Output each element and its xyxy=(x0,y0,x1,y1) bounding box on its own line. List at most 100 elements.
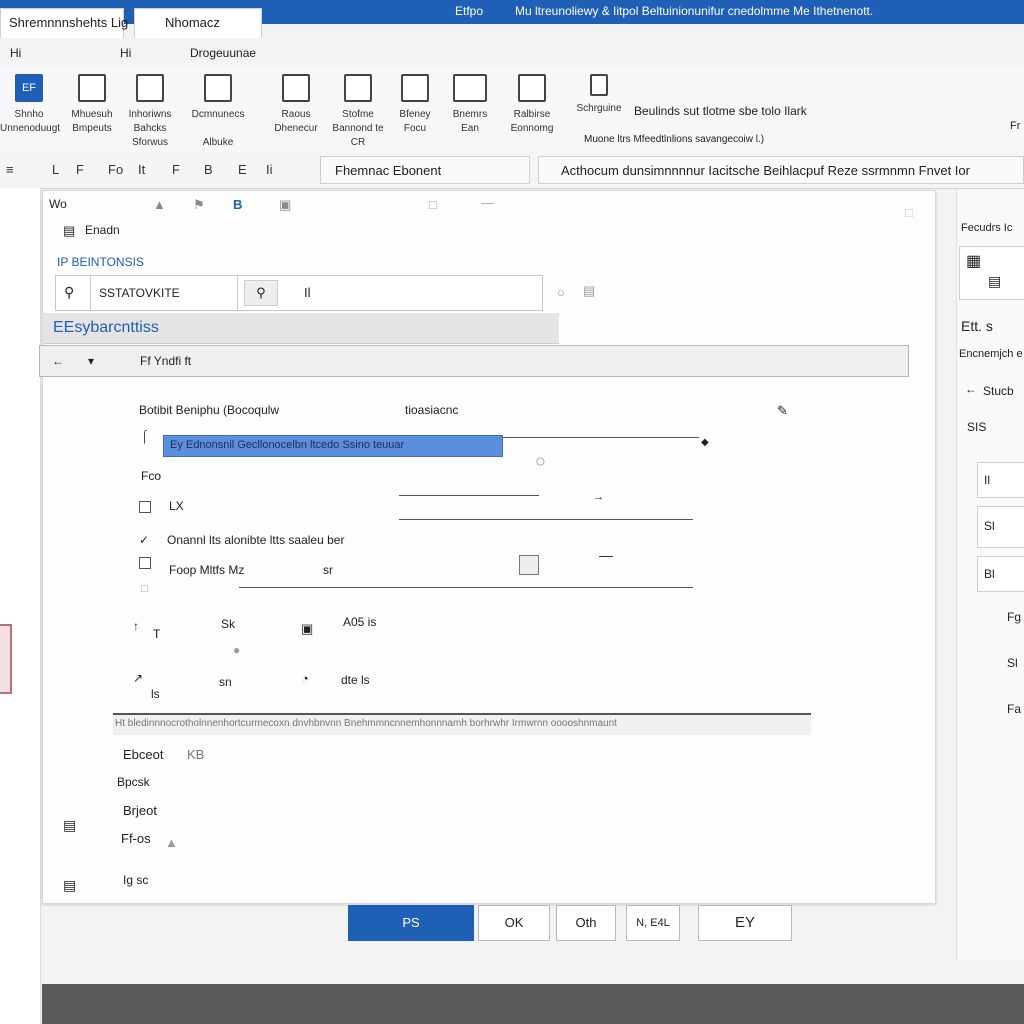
ribbon-tab-strip: Hi Hi Drogeuunae xyxy=(0,38,1024,68)
ok-button[interactable]: OK xyxy=(478,905,550,941)
sub-toolbar-icon[interactable]: ← xyxy=(52,354,64,368)
checkbox-1[interactable] xyxy=(139,501,151,513)
list-item-3[interactable]: Brjeot xyxy=(123,803,157,818)
bold-icon[interactable]: B xyxy=(233,197,242,212)
grid-cell-2: Sk xyxy=(221,617,236,631)
toolbar-item-5[interactable]: F xyxy=(172,162,180,177)
list-item-4[interactable]: Ff-os xyxy=(121,831,151,846)
highlight-icon: ⌠ xyxy=(141,429,149,443)
sub-toolbar-label: Ff Yndfi ft xyxy=(140,354,192,368)
ribbon-button-8[interactable]: Bnemrs Ean xyxy=(442,74,498,136)
ribbon-button-1[interactable]: EF Shnho Unnenoduugt xyxy=(0,74,60,136)
section-link[interactable]: IP BEINTONSIS xyxy=(57,255,144,269)
cancel-button[interactable]: EY xyxy=(698,905,792,941)
selected-field[interactable]: Ey Ednonsnil Gecllonocelbn ltcedo Ssino … xyxy=(163,435,503,457)
pen-icon[interactable]: — xyxy=(599,547,613,563)
ribbon-tab-2[interactable]: Hi xyxy=(120,46,131,60)
toolbar-item-3[interactable]: Fo xyxy=(108,162,123,177)
list-item-2[interactable]: Bpcsk xyxy=(117,775,150,789)
grid-image-icon[interactable]: ▣ xyxy=(301,621,313,637)
formula-bar[interactable]: Acthocum dunsimnnnnur Iacitsche Beihlacp… xyxy=(538,156,1024,184)
ribbon-label-5: Raous Dhenecur xyxy=(274,109,318,134)
right-panel-row-2[interactable]: Sl xyxy=(977,506,1024,548)
checkbox-3[interactable] xyxy=(139,557,151,569)
ribbon: EF Shnho Unnenoduugt Mhuesuh Bmpeuts Inh… xyxy=(0,66,1024,153)
toolbar-item-1[interactable]: L xyxy=(52,162,59,177)
sub-toolbar: ← ▾ Ff Yndfi ft xyxy=(39,345,909,377)
grid-clock-icon[interactable]: ◔ xyxy=(301,671,309,686)
section-link-prefix: IP xyxy=(57,255,72,269)
style-dropdown[interactable]: Fhemnac Ebonent xyxy=(320,156,530,184)
dialog-scroll-icon[interactable]: □ xyxy=(905,205,913,220)
slider-label-icon: → xyxy=(593,491,604,503)
ribbon-label-6: Stofme Bannond te CR xyxy=(332,109,384,148)
right-panel-preview[interactable]: ▦ ▤ xyxy=(959,246,1024,300)
circle-handle-icon[interactable]: ○ xyxy=(535,451,546,472)
grid-icon xyxy=(344,74,372,102)
section-title: Enadn xyxy=(85,223,120,237)
bookmark-icon[interactable]: □ xyxy=(429,197,437,212)
grid-cell-3: A05 is xyxy=(343,615,377,629)
save-icon[interactable]: ▣ xyxy=(279,197,291,213)
slider-track-1[interactable] xyxy=(399,495,539,496)
checkbox-2-label: Onannl lts alonibte ltts saaleu ber xyxy=(167,533,345,547)
ribbon-button-10[interactable]: Schrguine xyxy=(568,74,630,116)
ribbon-label-4: Dcmnunecs Albuke xyxy=(191,109,245,148)
checkbox-2-mark[interactable]: ✓ xyxy=(139,533,149,547)
toolbar-item-2[interactable]: F xyxy=(76,162,84,177)
arrow-icon[interactable]: — xyxy=(481,195,494,210)
search-input[interactable]: SSTATOVKITE xyxy=(90,276,238,310)
pin-icon[interactable]: ▲ xyxy=(153,197,166,212)
heading-bar: EEsybarcnttiss xyxy=(43,313,559,344)
ribbon-group-line2: Muone ltrs Mfeedtlnlions savangecoiw l.) xyxy=(584,134,765,145)
layout-icon: ▤ xyxy=(988,273,1002,289)
ribbon-button-3[interactable]: Inhoriwns Bahcks Sforwus xyxy=(120,74,180,150)
toolbar-item-6[interactable]: B xyxy=(204,162,213,177)
info-icon[interactable]: ○ xyxy=(557,285,565,300)
ribbon-button-5[interactable]: Raous Dhenecur xyxy=(268,74,324,136)
selected-field-text: Ey Ednonsnil Gecllonocelbn ltcedo Ssino … xyxy=(170,439,405,451)
list-icon-2: ▤ xyxy=(63,877,77,893)
field-end-icon[interactable]: ◆ xyxy=(701,437,709,448)
small-checkbox-icon: □ xyxy=(141,583,148,595)
grid-cell-1: T xyxy=(153,627,161,641)
ribbon-button-9[interactable]: Ralbirse Eonnomg xyxy=(502,74,562,136)
footer-rule: Ht bledinnnocrotholnnenhortcurmecoxn dnv… xyxy=(113,713,811,735)
ribbon-button-7[interactable]: Bfeney Focu xyxy=(390,74,440,136)
primary-button[interactable]: PS xyxy=(348,905,474,941)
ribbon-button-4[interactable]: Dcmnunecs Albuke xyxy=(188,74,248,150)
copy-icon[interactable]: ▤ xyxy=(583,283,595,299)
ribbon-tab-3[interactable]: Drogeuunae xyxy=(190,46,256,60)
right-panel-arrow-icon[interactable]: ← xyxy=(965,382,977,396)
toolbar-item-4[interactable]: It xyxy=(138,162,145,177)
ribbon-tab-1[interactable]: Hi xyxy=(10,46,21,60)
flag-icon[interactable]: ⚑ xyxy=(193,197,205,213)
ribbon-button-2[interactable]: Mhuesuh Bmpeuts xyxy=(62,74,122,136)
selected-app-icon: EF xyxy=(15,74,43,102)
slider-thumb[interactable] xyxy=(519,555,539,575)
right-panel-row-3[interactable]: Bl xyxy=(977,556,1024,592)
right-panel-row-1-text: Il xyxy=(984,473,990,487)
toolbar-item-7[interactable]: E xyxy=(238,162,247,177)
right-panel-row-1[interactable]: Il xyxy=(977,462,1024,498)
left-navigation-strip xyxy=(0,188,41,1024)
table-icon xyxy=(453,74,487,102)
document-icon xyxy=(78,74,106,102)
list-item-5[interactable]: Ig sc xyxy=(123,873,148,887)
row1-note: tioasiacnc xyxy=(405,403,459,417)
dropdown-icon[interactable]: ▾ xyxy=(88,354,94,368)
other-button[interactable]: Oth xyxy=(556,905,616,941)
right-panel-row-3-text: Bl xyxy=(984,567,995,581)
ribbon-button-6[interactable]: Stofme Bannond te CR xyxy=(326,74,390,150)
align-icon[interactable]: ≡ xyxy=(6,162,14,177)
style-dropdown-value: Fhemnac Ebonent xyxy=(335,163,442,178)
tab-home[interactable]: Nhomacz xyxy=(134,8,262,38)
tab-file[interactable]: Shremnnnshehts Lig xyxy=(0,8,128,38)
options-button[interactable]: N, E4L xyxy=(626,905,680,941)
edit-icon[interactable]: ✎ xyxy=(777,403,788,419)
left-selection-marker xyxy=(0,624,12,694)
toolbar-item-8[interactable]: Ii xyxy=(266,162,273,177)
list-item-1[interactable]: Ebceot xyxy=(123,747,163,762)
search-icon[interactable]: ⚲ xyxy=(244,280,278,306)
warning-icon: ▲ xyxy=(165,835,178,850)
